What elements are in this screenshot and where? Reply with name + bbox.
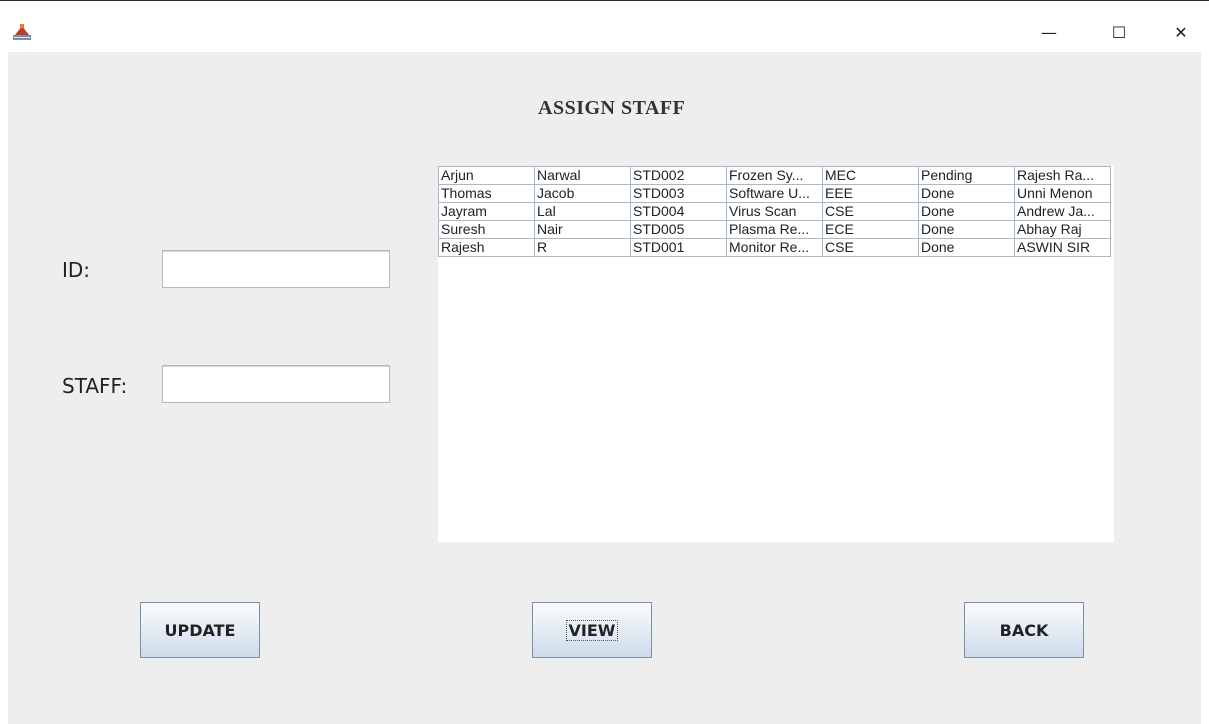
- minimize-icon: —: [1041, 22, 1057, 42]
- close-button[interactable]: ✕: [1158, 11, 1204, 53]
- table-cell[interactable]: Jacob: [534, 184, 631, 203]
- table-row[interactable]: Suresh Nair STD005 Plasma Re... ECE Done Abhay…: [438, 220, 1111, 239]
- maximize-button[interactable]: ☐: [1096, 11, 1142, 53]
- table-cell[interactable]: STD005: [630, 220, 727, 239]
- records-table[interactable]: Arjun Narwal STD002 Frozen Sy... MEC Pending R…: [438, 166, 1114, 542]
- main-panel: ASSIGN STAFF ID: STAFF: Arjun Narwal STD00…: [8, 52, 1201, 724]
- table-cell[interactable]: STD004: [630, 202, 727, 221]
- java-app-icon: [13, 24, 31, 40]
- table-cell[interactable]: Narwal: [534, 166, 631, 185]
- table-row[interactable]: Thomas Jacob STD003 Software U... EEE Done Unn…: [438, 184, 1111, 203]
- maximize-icon: ☐: [1111, 22, 1127, 42]
- table-cell[interactable]: Arjun: [438, 166, 535, 185]
- table-row[interactable]: Rajesh R STD001 Monitor Re... CSE Done ASWIN S…: [438, 238, 1111, 257]
- table-cell[interactable]: Abhay Raj: [1014, 220, 1111, 239]
- table-cell[interactable]: R: [534, 238, 631, 257]
- table-cell[interactable]: STD001: [630, 238, 727, 257]
- table-cell[interactable]: Virus Scan: [726, 202, 823, 221]
- table-cell[interactable]: Monitor Re...: [726, 238, 823, 257]
- table-cell[interactable]: CSE: [822, 202, 919, 221]
- table-cell[interactable]: MEC: [822, 166, 919, 185]
- table-cell[interactable]: Thomas: [438, 184, 535, 203]
- table-cell[interactable]: Frozen Sy...: [726, 166, 823, 185]
- table-cell[interactable]: Suresh: [438, 220, 535, 239]
- table-cell[interactable]: Rajesh Ra...: [1014, 166, 1111, 185]
- close-icon: ✕: [1174, 22, 1188, 42]
- table-cell[interactable]: Plasma Re...: [726, 220, 823, 239]
- table-cell[interactable]: Jayram: [438, 202, 535, 221]
- table-cell[interactable]: Rajesh: [438, 238, 535, 257]
- view-button-label: VIEW: [565, 619, 619, 641]
- minimize-button[interactable]: —: [1026, 11, 1072, 53]
- records-grid: Arjun Narwal STD002 Frozen Sy... MEC Pending R…: [438, 166, 1111, 257]
- table-cell[interactable]: Unni Menon: [1014, 184, 1111, 203]
- table-cell[interactable]: Done: [918, 238, 1015, 257]
- id-label: ID:: [62, 258, 91, 282]
- table-row[interactable]: Arjun Narwal STD002 Frozen Sy... MEC Pending R…: [438, 166, 1111, 185]
- view-button[interactable]: VIEW: [532, 602, 652, 658]
- table-cell[interactable]: Andrew Ja...: [1014, 202, 1111, 221]
- update-button-label: UPDATE: [164, 620, 236, 640]
- table-cell[interactable]: CSE: [822, 238, 919, 257]
- back-button-label: BACK: [999, 620, 1049, 640]
- table-cell[interactable]: STD002: [630, 166, 727, 185]
- staff-input[interactable]: [162, 365, 390, 403]
- table-cell[interactable]: Done: [918, 220, 1015, 239]
- table-cell[interactable]: ECE: [822, 220, 919, 239]
- table-cell[interactable]: Done: [918, 202, 1015, 221]
- update-button[interactable]: UPDATE: [140, 602, 260, 658]
- table-cell[interactable]: STD003: [630, 184, 727, 203]
- back-button[interactable]: BACK: [964, 602, 1084, 658]
- table-cell[interactable]: ASWIN SIR: [1014, 238, 1111, 257]
- table-cell[interactable]: Nair: [534, 220, 631, 239]
- table-cell[interactable]: Pending: [918, 166, 1015, 185]
- table-cell[interactable]: EEE: [822, 184, 919, 203]
- table-cell[interactable]: Lal: [534, 202, 631, 221]
- table-row[interactable]: Jayram Lal STD004 Virus Scan CSE Done Andrew J…: [438, 202, 1111, 221]
- window-titlebar: — ☐ ✕: [0, 0, 1209, 53]
- table-cell[interactable]: Done: [918, 184, 1015, 203]
- page-title: ASSIGN STAFF: [538, 97, 686, 119]
- id-input[interactable]: [162, 250, 390, 288]
- table-cell[interactable]: Software U...: [726, 184, 823, 203]
- staff-label: STAFF:: [62, 374, 128, 398]
